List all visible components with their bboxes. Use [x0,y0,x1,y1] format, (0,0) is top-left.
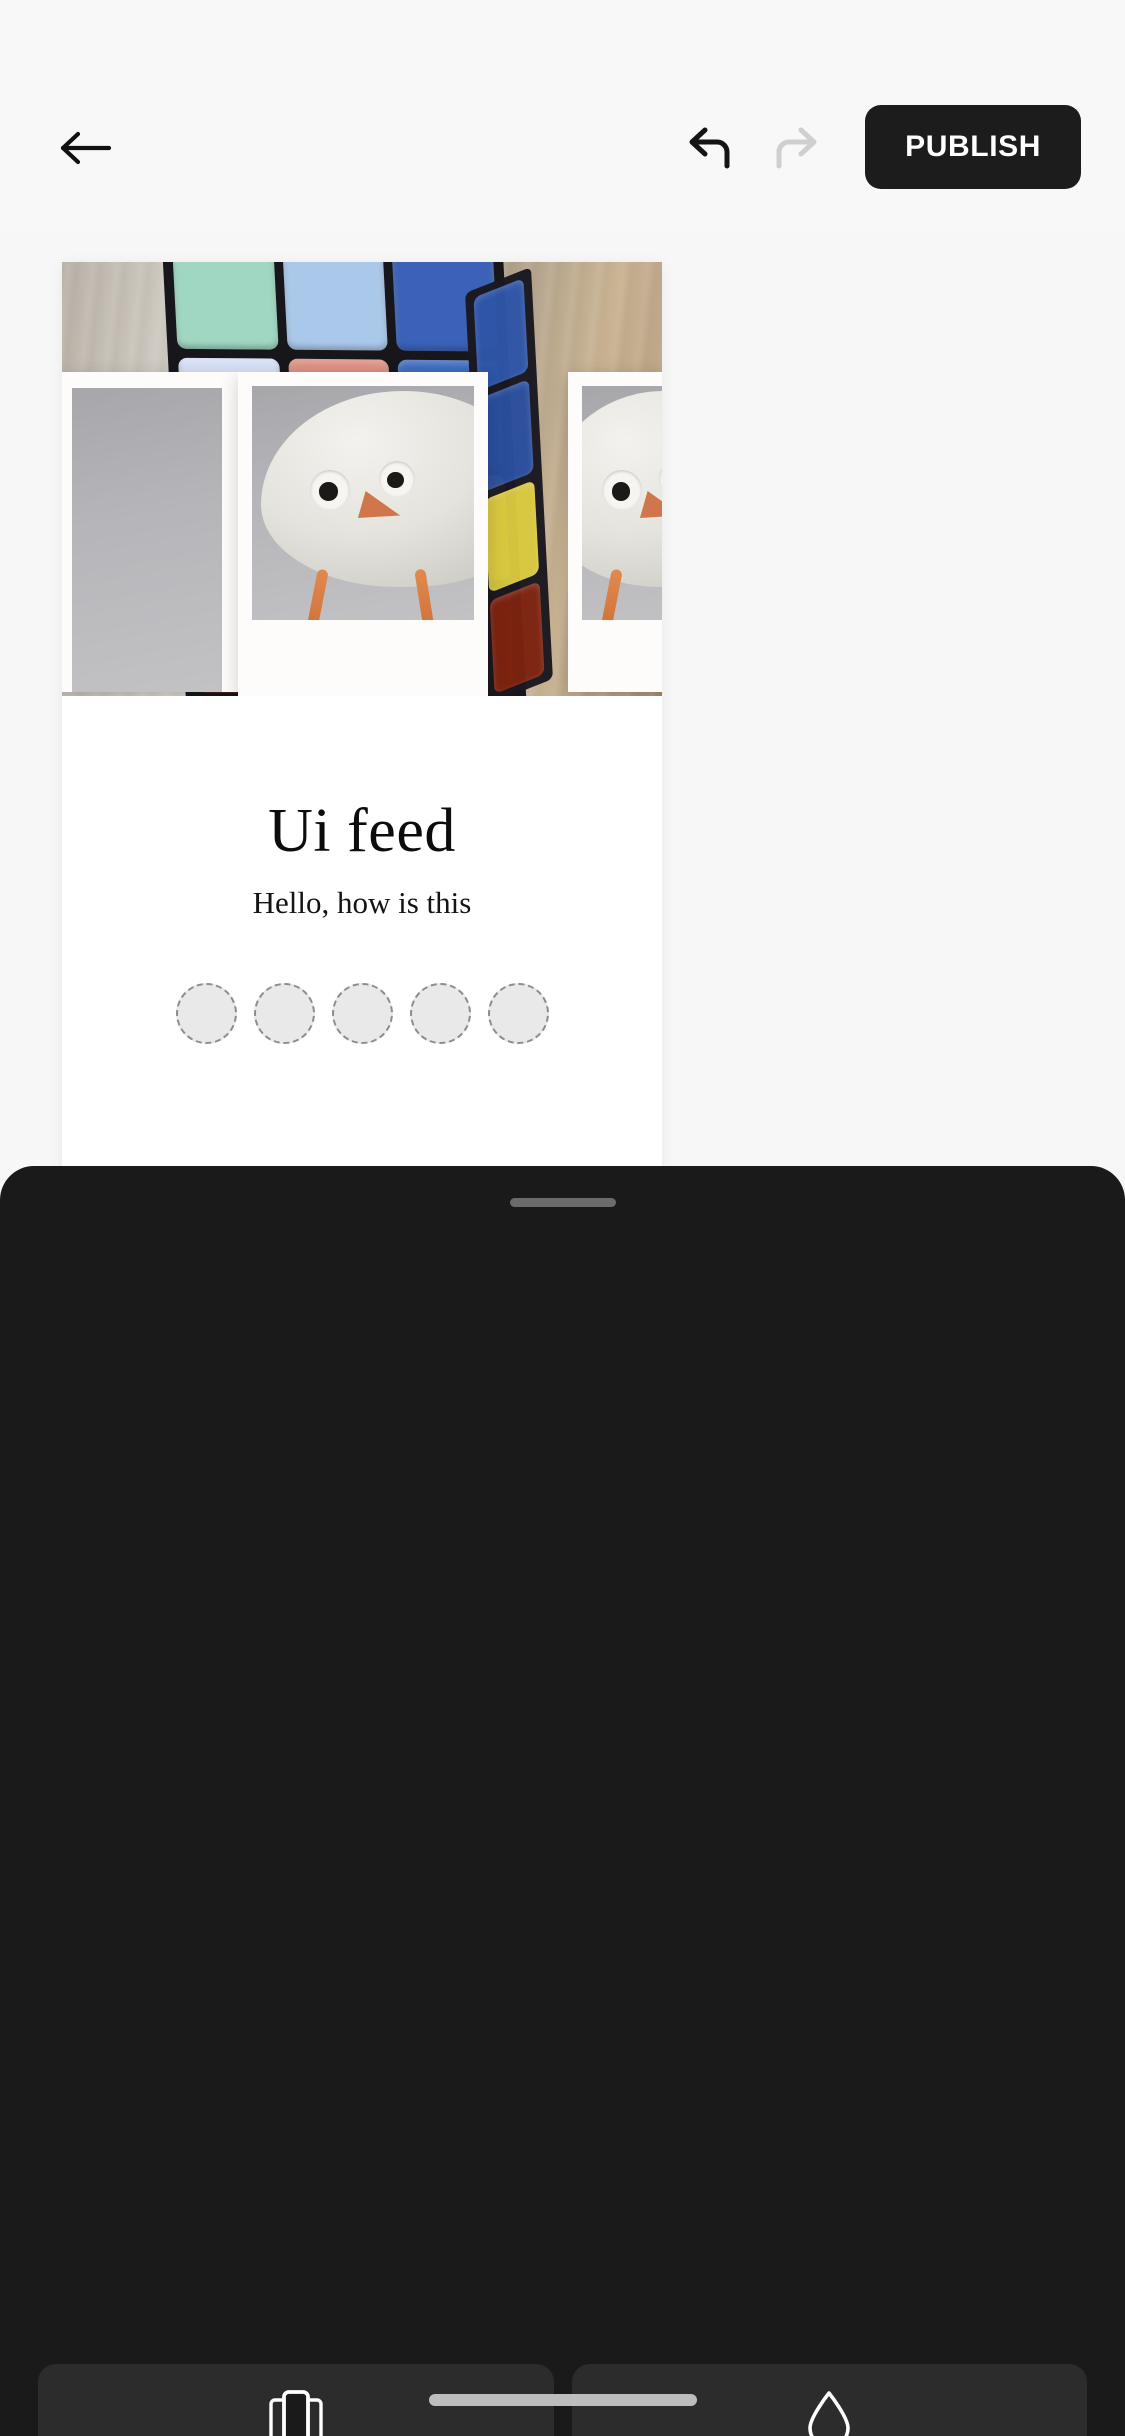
toolbar-actions: PUBLISH [667,104,1081,190]
egg-body [260,390,474,588]
avatar-placeholder[interactable] [331,983,393,1044]
egg-bird-illustration [252,386,474,620]
carousel-cards-icon [269,2389,323,2436]
arrow-left-icon [60,131,112,165]
egg-bird-illustration-2 [582,386,662,620]
redo-button[interactable] [753,104,839,190]
page-title[interactable]: Ui feed [124,796,600,867]
sheet-header [0,1166,1125,1397]
top-toolbar: PUBLISH [0,0,1125,232]
home-indicator[interactable] [428,2394,697,2406]
avatar-placeholder[interactable] [253,983,315,1044]
avatar-placeholder[interactable] [409,983,471,1044]
undo-button[interactable] [667,104,753,190]
polaroid-center-photo [252,386,474,620]
bottom-sheet: Template Background EDIT [0,1166,1125,2436]
droplet-icon [808,2390,851,2436]
undo-arrow-icon [689,127,730,169]
avatar-placeholder[interactable] [175,983,237,1044]
avatar-placeholder-row [124,983,600,1044]
polaroid-left[interactable] [62,372,238,692]
canvas-media-region[interactable] [62,262,662,696]
drag-handle[interactable] [509,1198,616,1207]
back-button[interactable] [44,106,128,190]
polaroid-right[interactable] [568,372,662,692]
egg-eye-left [309,470,350,511]
polaroid-right-photo [582,386,662,620]
page-subtitle[interactable]: Hello, how is this [124,885,600,921]
avatar-placeholder[interactable] [487,983,549,1044]
polaroid-left-photo [72,388,222,692]
polaroid-center[interactable] [238,372,488,696]
redo-arrow-icon [776,127,817,169]
egg-eye-right [378,460,415,497]
publish-button[interactable]: PUBLISH [865,105,1081,189]
egg-leg-left [306,568,329,620]
